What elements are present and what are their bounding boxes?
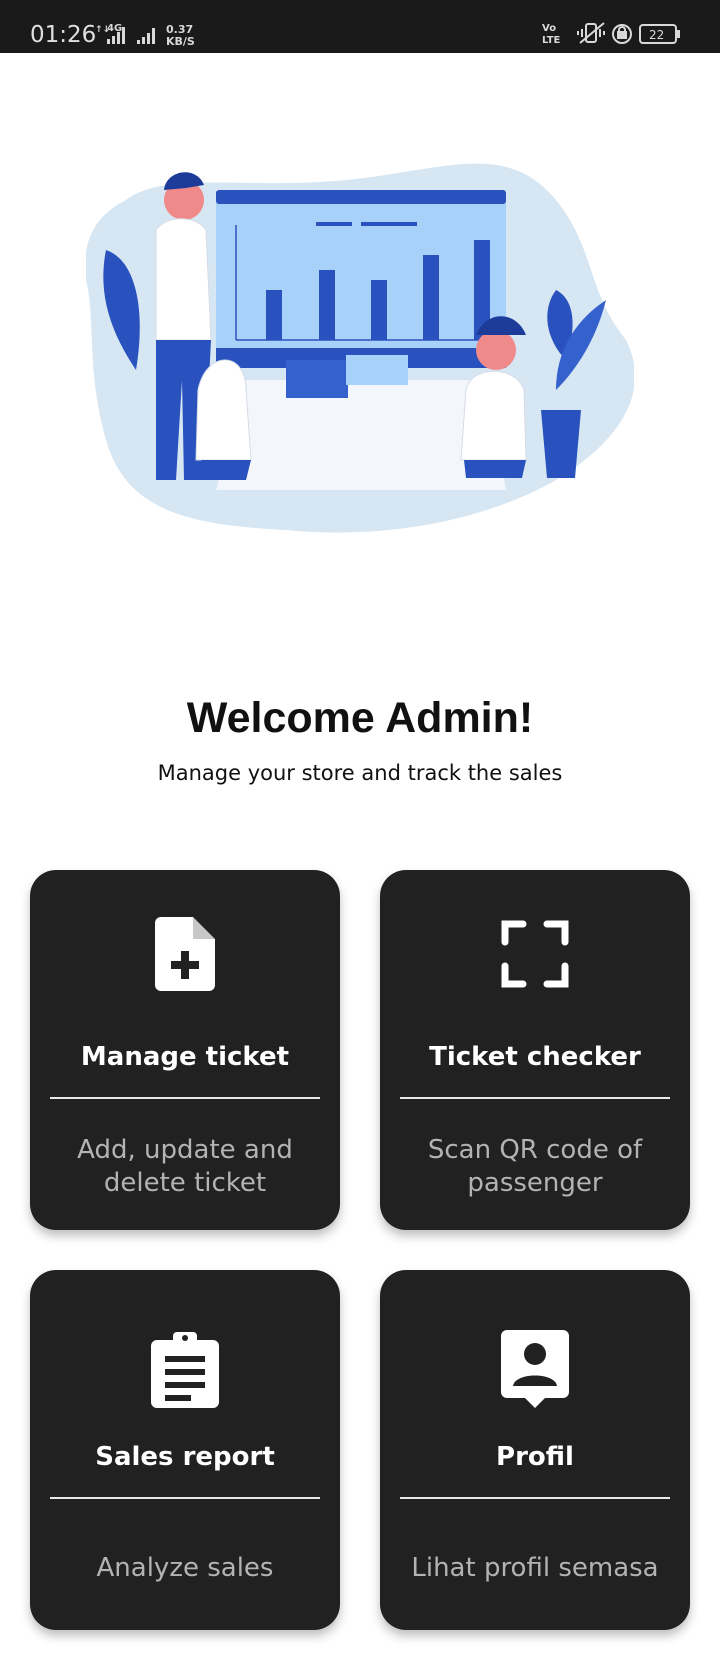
ticket-checker-title: Ticket checker bbox=[429, 1042, 641, 1072]
profile-description: Lihat profil semasa bbox=[411, 1553, 659, 1583]
status-icons: Vo LTE 22 bbox=[542, 22, 680, 46]
card-divider bbox=[400, 1097, 670, 1099]
card-divider bbox=[50, 1497, 320, 1499]
manage-ticket-card[interactable]: Manage ticket Add, update and delete tic… bbox=[30, 870, 340, 1230]
lock-rotation-icon bbox=[612, 24, 632, 44]
vibrate-icon bbox=[577, 22, 605, 44]
business-meeting-illustration bbox=[86, 163, 634, 533]
scan-frame-icon bbox=[380, 914, 690, 994]
welcome-subtitle: Manage your store and track the sales bbox=[157, 761, 563, 785]
manage-ticket-title: Manage ticket bbox=[80, 1042, 290, 1072]
sales-report-title: Sales report bbox=[95, 1442, 275, 1472]
network-speed: 0.37 KB/S bbox=[166, 23, 195, 48]
card-divider bbox=[400, 1497, 670, 1499]
svg-text:LTE: LTE bbox=[542, 35, 561, 46]
battery-icon: 22 bbox=[639, 24, 680, 44]
profile-title: Profil bbox=[496, 1442, 574, 1472]
status-time: 01:26 bbox=[30, 22, 97, 48]
sales-report-card[interactable]: Sales report Analyze sales bbox=[30, 1270, 340, 1630]
manage-ticket-description: Add, update and delete ticket bbox=[77, 1135, 293, 1198]
clipboard-icon bbox=[30, 1330, 340, 1410]
svg-text:22: 22 bbox=[649, 28, 664, 42]
status-bar: 01:26 ↑↓ 4G 0.37 KB/S Vo LTE 22 bbox=[0, 0, 720, 53]
profile-badge-icon bbox=[380, 1330, 690, 1410]
svg-text:Vo: Vo bbox=[542, 23, 556, 34]
profile-card[interactable]: Profil Lihat profil semasa bbox=[380, 1270, 690, 1630]
signal-icon: ↑↓ 4G bbox=[95, 23, 155, 44]
sales-report-description: Analyze sales bbox=[96, 1553, 274, 1583]
add-document-icon bbox=[30, 914, 340, 994]
card-divider bbox=[50, 1097, 320, 1099]
welcome-title: Welcome Admin! bbox=[186, 694, 534, 742]
ticket-checker-card[interactable]: Ticket checker Scan QR code of passenger bbox=[380, 870, 690, 1230]
ticket-checker-description: Scan QR code of passenger bbox=[427, 1135, 643, 1198]
